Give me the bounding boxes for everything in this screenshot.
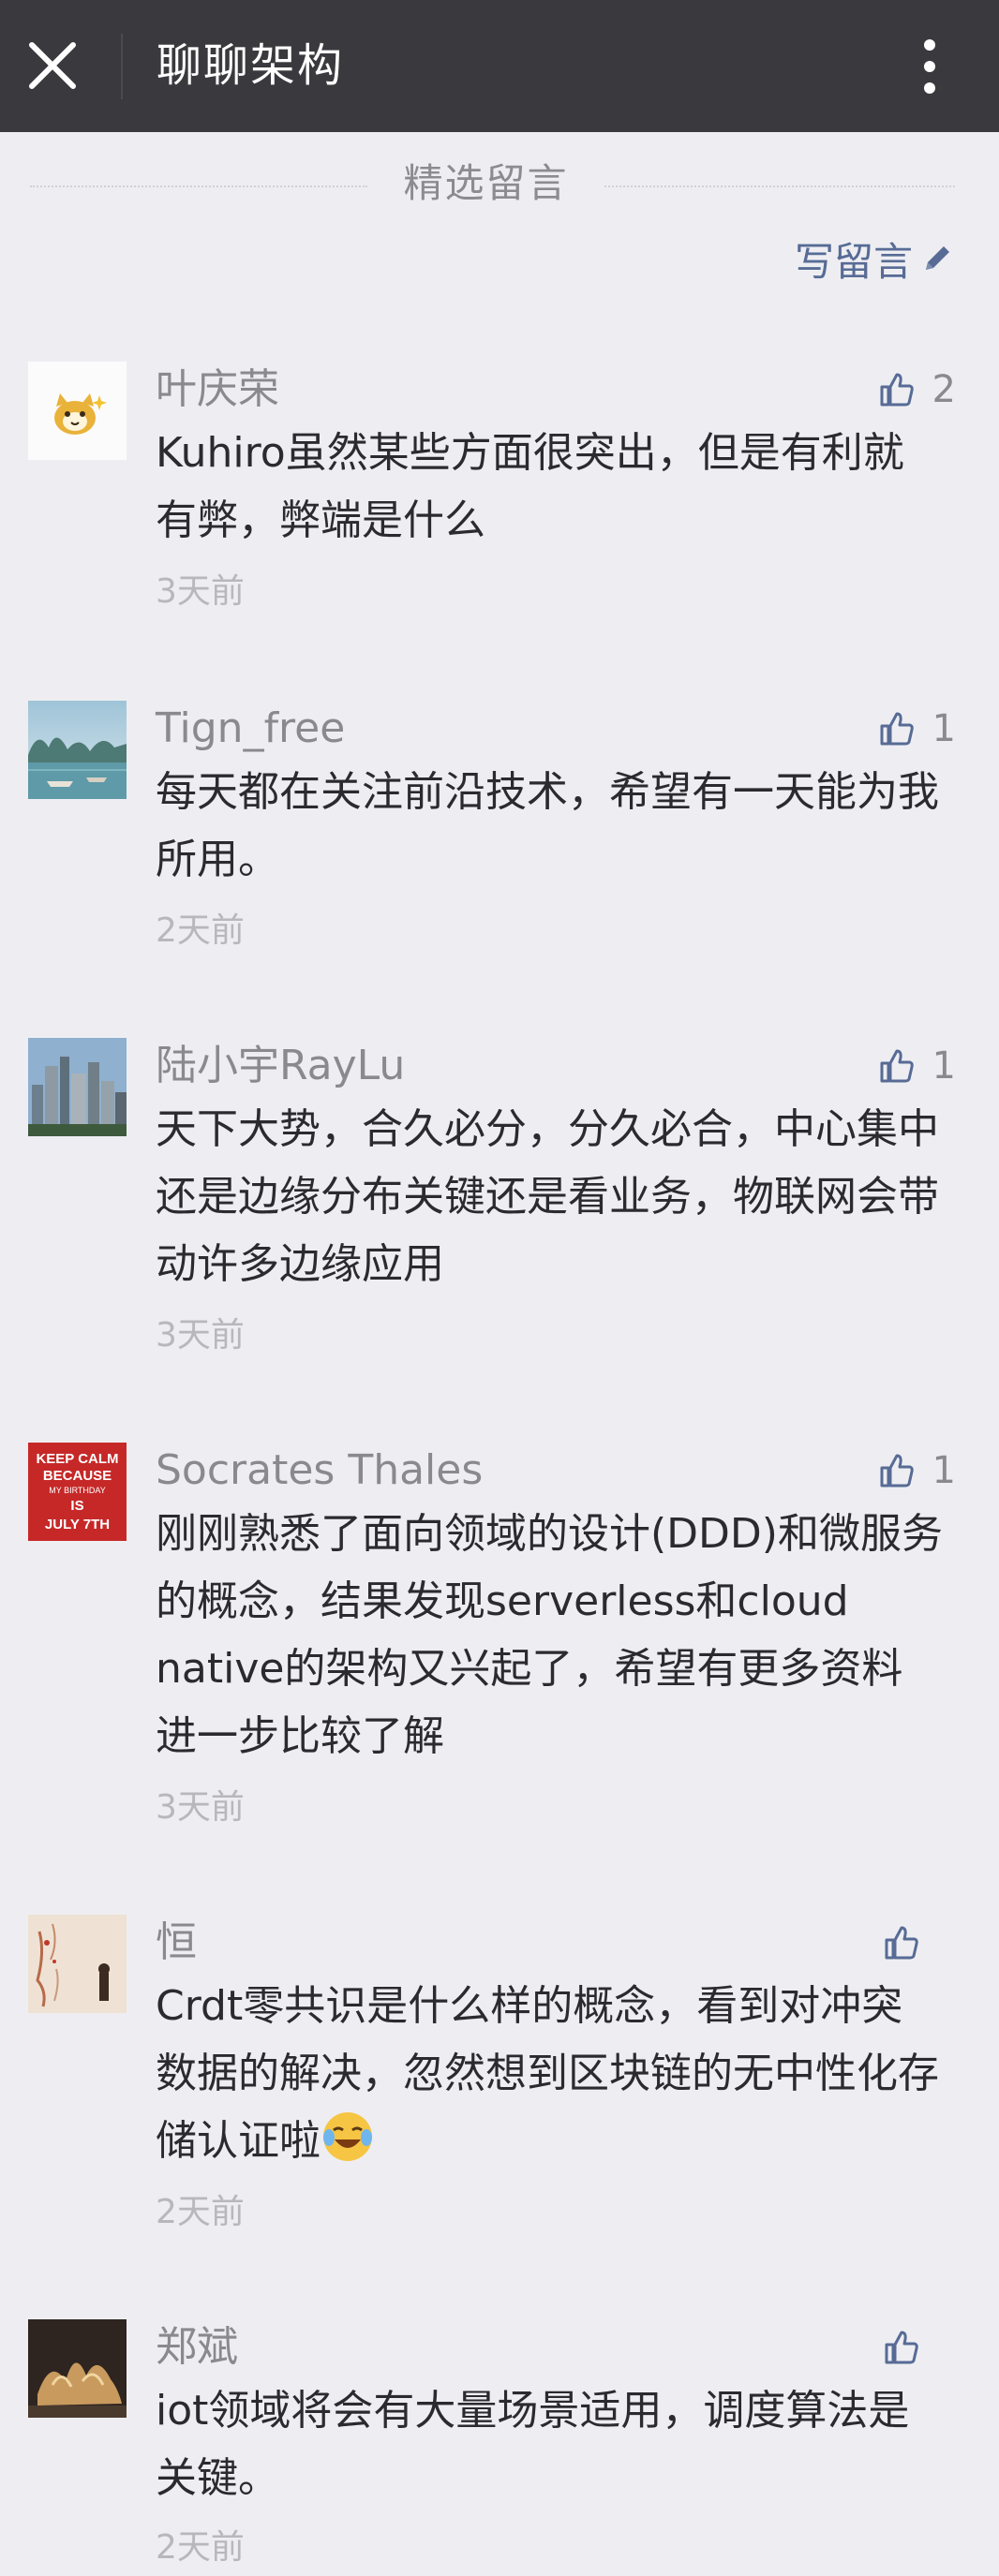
comment-item: KEEP CALM BECAUSE MY BIRTHDAY IS JULY 7T… bbox=[0, 1443, 999, 1836]
laughing-tears-emoji bbox=[323, 2112, 372, 2161]
like-count: 1 bbox=[932, 1449, 956, 1492]
avatar[interactable]: KEEP CALM BECAUSE MY BIRTHDAY IS JULY 7T… bbox=[28, 1443, 127, 1541]
more-button[interactable] bbox=[909, 34, 950, 99]
comment-time: 3天前 bbox=[156, 1316, 245, 1355]
city-skyline-avatar-icon bbox=[28, 1038, 127, 1136]
comment-item: 恒 Crdt零共识是什么样的概念，看到对冲突数据的解决，忽然想到区块链的无中性化… bbox=[0, 1915, 999, 2243]
comment-item: 郑斌 iot领域将会有大量场景适用，调度算法是关键。 2天前 bbox=[0, 2319, 999, 2576]
thumbs-up-icon bbox=[885, 2331, 918, 2364]
svg-text:KEEP CALM: KEEP CALM bbox=[36, 1451, 118, 1467]
sculpture-avatar-icon bbox=[28, 2319, 127, 2418]
commenter-name: 叶庆荣 bbox=[156, 365, 279, 413]
comment-item: Tign_free 1 每天都在关注前沿技术，希望有一天能为我所用。 2天前 bbox=[0, 701, 999, 963]
like-button[interactable]: 1 bbox=[878, 1444, 956, 1497]
commenter-name: Socrates Thales bbox=[156, 1446, 484, 1494]
comment-text: 刚刚熟悉了面向领域的设计(DDD)和微服务的概念，结果发现serverless和… bbox=[156, 1510, 943, 1760]
comment-text: 每天都在关注前沿技术，希望有一天能为我所用。 bbox=[156, 768, 939, 883]
comment-item: 叶庆荣 2 Kuhiro虽然某些方面很突出，但是有利就有弊，弊端是什么 3天前 bbox=[0, 362, 999, 624]
write-comment-link[interactable]: 写留言 bbox=[795, 229, 956, 289]
thumbs-up-icon bbox=[880, 712, 914, 746]
like-count: 2 bbox=[932, 368, 956, 411]
topbar-divider bbox=[121, 34, 123, 99]
comment-time: 3天前 bbox=[156, 572, 245, 611]
featured-comments-header: 精选留言 bbox=[0, 150, 999, 215]
comment-text: 天下大势，合久必分，分久必合，中心集中还是边缘分布关键还是看业务，物联网会带动许… bbox=[156, 1105, 939, 1288]
like-button[interactable]: 2 bbox=[878, 363, 956, 416]
avatar[interactable] bbox=[28, 701, 127, 799]
avatar[interactable] bbox=[28, 1038, 127, 1136]
thumbs-up-icon bbox=[880, 1454, 914, 1488]
like-button[interactable]: 1 bbox=[878, 1040, 956, 1092]
cat-avatar-icon bbox=[28, 362, 127, 460]
comment-text: Kuhiro虽然某些方面很突出，但是有利就有弊，弊端是什么 bbox=[156, 429, 904, 544]
thumbs-up-icon bbox=[880, 373, 914, 407]
like-button[interactable]: 1 bbox=[878, 703, 956, 755]
svg-text:JULY 7TH: JULY 7TH bbox=[45, 1517, 110, 1532]
comment-text: iot领域将会有大量场景适用，调度算法是关键。 bbox=[156, 2387, 910, 2502]
write-comment-label: 写留言 bbox=[794, 238, 913, 285]
comment-text: Crdt零共识是什么样的概念，看到对冲突数据的解决，忽然想到区块链的无中性化存储… bbox=[156, 1973, 943, 2175]
thumbs-up-icon bbox=[885, 1926, 918, 1960]
top-bar: 聊聊架构 bbox=[0, 0, 999, 132]
commenter-name: 陆小宇RayLu bbox=[156, 1042, 406, 1089]
commenter-name: 恒 bbox=[156, 1918, 197, 1966]
like-count: 1 bbox=[932, 1044, 956, 1088]
svg-text:IS: IS bbox=[70, 1498, 83, 1514]
thumbs-up-icon bbox=[880, 1049, 914, 1083]
section-title: 精选留言 bbox=[403, 160, 569, 206]
comment-text-content: Crdt零共识是什么样的概念，看到对冲突数据的解决，忽然想到区块链的无中性化存储… bbox=[156, 1982, 939, 2165]
avatar[interactable] bbox=[28, 2319, 127, 2418]
like-count: 1 bbox=[932, 707, 956, 750]
like-button[interactable] bbox=[883, 2321, 956, 2374]
like-button[interactable] bbox=[883, 1917, 956, 1969]
page-title: 聊聊架构 bbox=[157, 39, 345, 92]
svg-text:MY BIRTHDAY: MY BIRTHDAY bbox=[49, 1486, 106, 1495]
bay-landscape-avatar-icon bbox=[28, 701, 127, 799]
commenter-name: Tign_free bbox=[156, 704, 346, 752]
close-icon bbox=[29, 42, 76, 89]
comment-time: 2天前 bbox=[156, 2528, 245, 2567]
pencil-icon bbox=[926, 246, 949, 270]
close-button[interactable] bbox=[26, 39, 79, 92]
divider-line bbox=[30, 185, 367, 187]
comment-item: 陆小宇RayLu 1 天下大势，合久必分，分久必合，中心集中还是边缘分布关键还是… bbox=[0, 1038, 999, 1366]
calligraphy-avatar-icon bbox=[28, 1915, 127, 2013]
divider-line bbox=[604, 185, 955, 187]
svg-text:BECAUSE: BECAUSE bbox=[43, 1468, 112, 1484]
avatar[interactable] bbox=[28, 1915, 127, 2013]
comment-time: 3天前 bbox=[156, 1788, 245, 1827]
keep-calm-poster-avatar-icon: KEEP CALM BECAUSE MY BIRTHDAY IS JULY 7T… bbox=[28, 1443, 127, 1541]
commenter-name: 郑斌 bbox=[156, 2323, 238, 2371]
more-vertical-icon bbox=[924, 39, 935, 94]
comment-time: 2天前 bbox=[156, 2193, 245, 2231]
avatar[interactable] bbox=[28, 362, 127, 460]
comment-time: 2天前 bbox=[156, 911, 245, 950]
